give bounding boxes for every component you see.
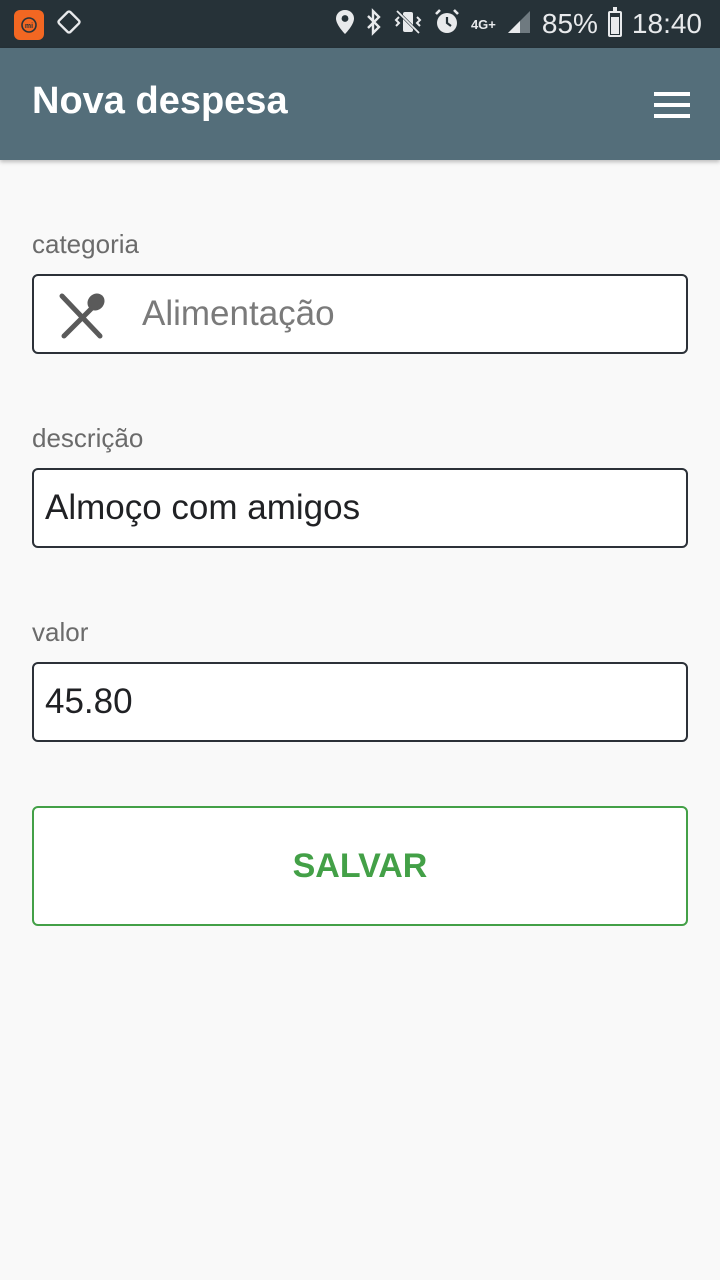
- screen-rotate-icon: [56, 9, 82, 40]
- amount-value: 45.80: [45, 682, 133, 721]
- description-value: Almoço com amigos: [45, 488, 361, 527]
- save-button-label: SALVAR: [292, 846, 428, 885]
- network-type: 4G+: [470, 16, 496, 32]
- hamburger-menu-icon[interactable]: [654, 92, 690, 118]
- svg-text:mi: mi: [25, 23, 33, 30]
- battery-percent: 85%: [541, 8, 598, 39]
- description-label: descrição: [32, 423, 144, 453]
- category-select[interactable]: Alimentação: [32, 274, 688, 354]
- amount-field[interactable]: 45.80: [32, 662, 688, 742]
- battery-icon: [607, 7, 622, 37]
- description-field[interactable]: Almoço com amigos: [32, 468, 688, 548]
- page-title: Nova despesa: [32, 80, 288, 122]
- alarm-icon: [433, 8, 461, 41]
- status-bar: mi 4G+ 85% 18:40: [0, 0, 720, 48]
- bluetooth-icon: [365, 7, 383, 41]
- signal-icon: [506, 9, 532, 40]
- app-bar: Nova despesa: [0, 48, 720, 160]
- save-button[interactable]: SALVAR: [32, 806, 688, 926]
- location-icon: [335, 9, 355, 40]
- vibrate-icon: [393, 9, 423, 40]
- category-label: categoria: [32, 229, 139, 259]
- fork-spoon-icon: [56, 290, 108, 347]
- mi-app-icon: mi: [14, 9, 44, 40]
- amount-label: valor: [32, 617, 89, 647]
- clock: 18:40: [631, 8, 702, 39]
- category-value: Alimentação: [142, 294, 335, 333]
